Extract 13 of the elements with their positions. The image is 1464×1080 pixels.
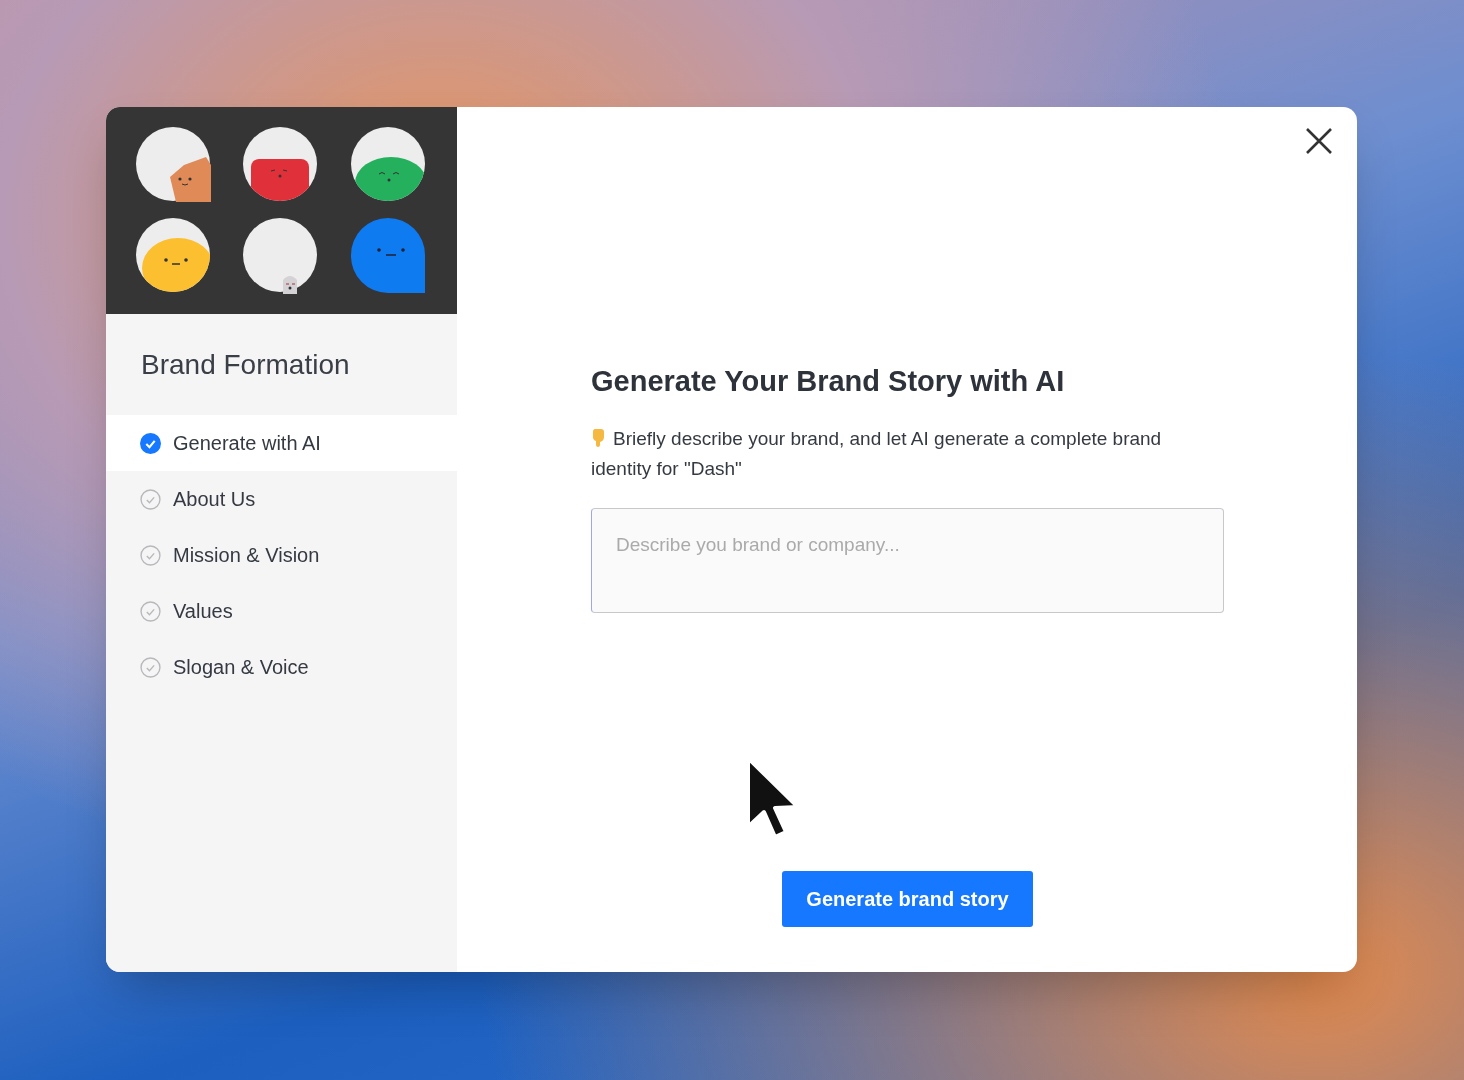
heading: Generate Your Brand Story with AI (591, 364, 1066, 398)
check-circle-icon (140, 600, 161, 622)
sidebar-item[interactable]: Generate with AI (106, 415, 457, 471)
brand-description-field[interactable]: Describe you brand or company... (591, 508, 1224, 613)
close-button[interactable] (1305, 127, 1333, 155)
description: Briefly describe your brand, and let AI generate a complete brand identity for "Dash" (591, 426, 1163, 481)
check-circle-icon (140, 488, 161, 510)
close-icon (1306, 128, 1332, 154)
generate-button[interactable]: Generate brand story (782, 871, 1033, 927)
check-circle-icon (140, 544, 161, 566)
check-circle-icon (140, 656, 161, 678)
check-circle-icon (140, 432, 161, 454)
sidebar-title: Brand Formation (141, 347, 350, 382)
